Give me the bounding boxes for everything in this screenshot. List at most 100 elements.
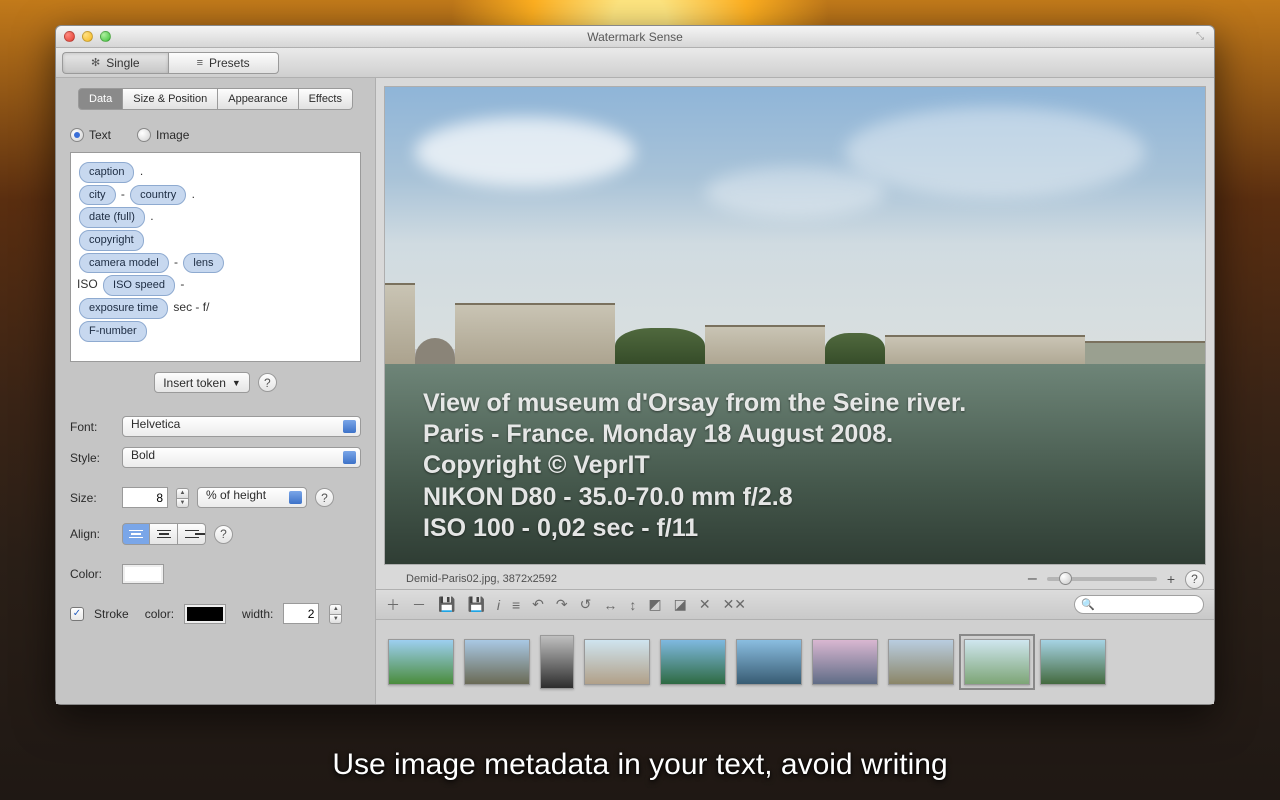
gear-icon: ✻ bbox=[91, 56, 100, 69]
delete-icon[interactable]: ✕ bbox=[699, 596, 711, 613]
status-bar: Demid-Paris02.jpg, 3872x2592 – + ? bbox=[376, 569, 1214, 589]
insert-token-label: Insert token bbox=[163, 376, 226, 390]
thumbnail[interactable] bbox=[888, 639, 954, 685]
token-pill[interactable]: copyright bbox=[79, 230, 144, 251]
thumbnail[interactable] bbox=[388, 639, 454, 685]
mode-single-button[interactable]: ✻Single bbox=[62, 52, 168, 74]
font-label: Font: bbox=[70, 420, 114, 434]
stroke-width-input[interactable] bbox=[283, 603, 319, 624]
save-icon[interactable]: 💾 bbox=[438, 596, 455, 613]
stroke-color-label: color: bbox=[145, 607, 174, 621]
search-icon: 🔍 bbox=[1081, 598, 1095, 611]
token-pill[interactable]: lens bbox=[183, 253, 223, 274]
zoom-out-button[interactable]: – bbox=[1028, 570, 1037, 588]
search-input[interactable]: 🔍 bbox=[1074, 595, 1204, 614]
status-filename: Demid-Paris02.jpg, 3872x2592 bbox=[406, 573, 557, 585]
list-icon: ≡ bbox=[197, 57, 203, 69]
size-unit-select[interactable]: % of height bbox=[197, 487, 307, 508]
type-image-label: Image bbox=[156, 128, 189, 142]
thumbnail[interactable] bbox=[736, 639, 802, 685]
flip-h-icon[interactable]: ↔ bbox=[603, 597, 617, 613]
token-editor[interactable]: caption .city - country .date (full) .co… bbox=[70, 152, 361, 362]
sidebar: Data Size & Position Appearance Effects … bbox=[56, 78, 376, 704]
delete-all-icon[interactable]: ✕✕ bbox=[723, 596, 746, 613]
help-button[interactable]: ? bbox=[315, 488, 334, 507]
style-value: Bold bbox=[131, 448, 155, 462]
zoom-slider[interactable] bbox=[1047, 577, 1157, 581]
window-title: Watermark Sense bbox=[587, 30, 683, 44]
preview-pane: View of museum d'Orsay from the Seine ri… bbox=[384, 86, 1206, 565]
token-pill[interactable]: date (full) bbox=[79, 207, 145, 228]
app-window: Watermark Sense ⤡ ✻Single ≡ Presets Data … bbox=[55, 25, 1215, 705]
align-center-button[interactable] bbox=[150, 523, 178, 545]
style-select[interactable]: Bold bbox=[122, 447, 361, 468]
help-button[interactable]: ? bbox=[258, 373, 277, 392]
rotate-cw-icon[interactable]: ↷ bbox=[556, 596, 568, 613]
thumbnail[interactable] bbox=[660, 639, 726, 685]
token-pill[interactable]: ISO speed bbox=[103, 275, 175, 296]
add-icon[interactable]: ＋ bbox=[386, 595, 400, 615]
remove-icon[interactable]: － bbox=[412, 595, 426, 615]
tab-data[interactable]: Data bbox=[78, 88, 123, 110]
font-select[interactable]: Helvetica bbox=[122, 416, 361, 437]
token-pill[interactable]: caption bbox=[79, 162, 134, 183]
rotate-ccw-icon[interactable]: ↶ bbox=[532, 596, 544, 613]
type-text-label: Text bbox=[89, 128, 111, 142]
resize-icon[interactable]: ⤡ bbox=[1196, 31, 1208, 43]
stroke-color-swatch[interactable] bbox=[184, 604, 226, 624]
stroke-checkbox[interactable]: ✓ bbox=[70, 607, 84, 621]
radio-dot-icon bbox=[137, 128, 151, 142]
insert-token-button[interactable]: Insert token ▼ bbox=[154, 372, 250, 393]
token-pill[interactable]: country bbox=[130, 185, 186, 206]
align-right-button[interactable] bbox=[178, 523, 206, 545]
zoom-in-button[interactable]: + bbox=[1167, 571, 1175, 587]
token-pill[interactable]: camera model bbox=[79, 253, 169, 274]
mode-presets-button[interactable]: ≡ Presets bbox=[168, 52, 279, 74]
align-label: Align: bbox=[70, 527, 114, 541]
align-left-button[interactable] bbox=[122, 523, 150, 545]
thumbnail-strip bbox=[376, 619, 1214, 704]
thumbnail[interactable] bbox=[584, 639, 650, 685]
flip-v-icon[interactable]: ↕ bbox=[629, 597, 636, 613]
size-input[interactable] bbox=[122, 487, 168, 508]
help-button[interactable]: ? bbox=[214, 525, 233, 544]
font-value: Helvetica bbox=[131, 417, 180, 431]
token-pill[interactable]: F-number bbox=[79, 321, 147, 342]
list-icon[interactable]: ≡ bbox=[512, 597, 520, 613]
type-image-radio[interactable]: Image bbox=[137, 128, 189, 142]
main-area: View of museum d'Orsay from the Seine ri… bbox=[376, 78, 1214, 704]
token-pill[interactable]: exposure time bbox=[79, 298, 168, 319]
tab-appearance[interactable]: Appearance bbox=[218, 88, 298, 110]
crop-reset-icon[interactable]: ◪ bbox=[674, 596, 687, 613]
thumbnail[interactable] bbox=[964, 639, 1030, 685]
save-all-icon[interactable]: 💾 bbox=[467, 596, 484, 613]
type-text-radio[interactable]: Text bbox=[70, 128, 111, 142]
thumbnail[interactable] bbox=[1040, 639, 1106, 685]
help-button[interactable]: ? bbox=[1185, 570, 1204, 589]
property-tabs: Data Size & Position Appearance Effects bbox=[78, 88, 353, 110]
stroke-label: Stroke bbox=[94, 607, 129, 621]
mode-presets-label: Presets bbox=[209, 56, 250, 70]
token-pill[interactable]: city bbox=[79, 185, 116, 206]
chevron-down-icon: ▼ bbox=[232, 378, 241, 388]
thumbnail[interactable] bbox=[540, 635, 574, 689]
tab-effects[interactable]: Effects bbox=[299, 88, 353, 110]
window-minimize-button[interactable] bbox=[82, 31, 93, 42]
size-stepper[interactable]: ▲▼ bbox=[176, 488, 189, 508]
crop-icon[interactable]: ◩ bbox=[648, 596, 661, 613]
stroke-width-stepper[interactable]: ▲▼ bbox=[329, 604, 342, 624]
window-zoom-button[interactable] bbox=[100, 31, 111, 42]
color-swatch[interactable] bbox=[122, 564, 164, 584]
tab-size-position[interactable]: Size & Position bbox=[123, 88, 218, 110]
size-label: Size: bbox=[70, 491, 114, 505]
style-label: Style: bbox=[70, 451, 114, 465]
window-close-button[interactable] bbox=[64, 31, 75, 42]
info-icon[interactable]: i bbox=[497, 597, 500, 613]
undo-rotate-icon[interactable]: ↺ bbox=[580, 596, 592, 613]
thumbnail[interactable] bbox=[812, 639, 878, 685]
color-label: Color: bbox=[70, 567, 114, 581]
marketing-caption: Use image metadata in your text, avoid w… bbox=[0, 748, 1280, 782]
thumbnail[interactable] bbox=[464, 639, 530, 685]
preview-image: View of museum d'Orsay from the Seine ri… bbox=[385, 87, 1205, 564]
browser-toolbar: ＋ － 💾 💾 i ≡ ↶ ↷ ↺ ↔ ↕ ◩ ◪ ✕ ✕✕ 🔍 bbox=[376, 589, 1214, 619]
